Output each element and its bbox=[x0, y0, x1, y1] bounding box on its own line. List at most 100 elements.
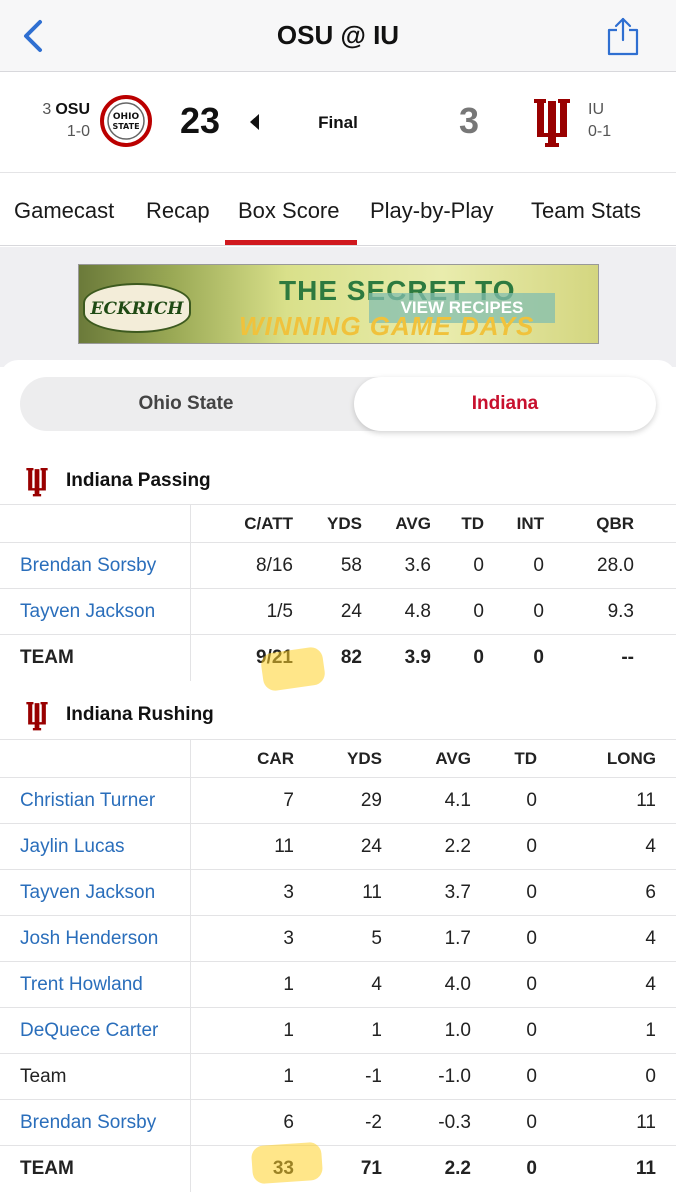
indiana-logo-icon bbox=[26, 702, 48, 731]
stat-cell: 1 bbox=[190, 1007, 294, 1054]
rushing-table: CAR YDS AVG TD LONG Christian Turner 7 2… bbox=[0, 739, 676, 1192]
table-row: Brendan Sorsby 8/16 58 3.6 0 0 28.0 bbox=[0, 542, 676, 589]
stat-cell: 0 bbox=[471, 915, 537, 962]
col-header: AVG bbox=[362, 504, 431, 543]
ohio-state-logo: OHIO STATE bbox=[100, 95, 152, 147]
stat-cell: 24 bbox=[294, 823, 382, 870]
tab-gamecast[interactable]: Gamecast bbox=[14, 198, 114, 224]
stat-cell: 4.0 bbox=[382, 961, 471, 1008]
stat-cell: 4.1 bbox=[382, 777, 471, 824]
indiana-logo-icon bbox=[26, 468, 48, 497]
stat-cell: 1 bbox=[190, 1053, 294, 1100]
table-row: Josh Henderson 3 5 1.7 0 4 bbox=[0, 915, 676, 962]
away-abbr: OSU bbox=[55, 101, 90, 118]
stat-cell: 58 bbox=[293, 542, 362, 589]
player-link[interactable]: Brendan Sorsby bbox=[0, 542, 191, 589]
page-title: OSU @ IU bbox=[276, 20, 400, 50]
player-link[interactable]: Christian Turner bbox=[0, 777, 191, 824]
stat-cell: 4 bbox=[294, 961, 382, 1008]
rushing-section-header: Indiana Rushing bbox=[0, 692, 676, 740]
team-entry-label: Team bbox=[0, 1053, 191, 1100]
ad-brand-logo: ECKRICH bbox=[83, 283, 191, 333]
passing-table: C/ATT YDS AVG TD INT QBR Brendan Sorsby … bbox=[0, 504, 676, 681]
player-link[interactable]: Josh Henderson bbox=[0, 915, 191, 962]
stat-cell: 8/16 bbox=[190, 542, 293, 589]
team-label: TEAM bbox=[0, 1145, 191, 1192]
away-team-info: 3 OSU 1-0 bbox=[34, 99, 90, 143]
stat-cell: 3.9 bbox=[362, 634, 431, 681]
table-header-row: CAR YDS AVG TD LONG bbox=[0, 739, 676, 778]
table-row: Christian Turner 7 29 4.1 0 11 bbox=[0, 777, 676, 824]
toggle-ohio-state[interactable]: Ohio State bbox=[20, 377, 352, 431]
player-link[interactable]: Brendan Sorsby bbox=[0, 1099, 191, 1146]
tab-play-by-play[interactable]: Play-by-Play bbox=[370, 198, 493, 224]
game-status: Final bbox=[318, 113, 358, 132]
stat-cell: 11 bbox=[537, 1099, 676, 1146]
stat-cell: 0 bbox=[537, 1053, 676, 1100]
stat-cell: 11 bbox=[537, 777, 676, 824]
player-link[interactable]: Jaylin Lucas bbox=[0, 823, 191, 870]
home-record: 0-1 bbox=[588, 123, 612, 140]
player-link[interactable]: Tayven Jackson bbox=[0, 588, 191, 635]
winner-arrow-icon bbox=[250, 114, 259, 130]
share-icon[interactable] bbox=[606, 14, 640, 56]
stat-cell: 1 bbox=[190, 961, 294, 1008]
team-total-row: TEAM 33 71 2.2 0 11 bbox=[0, 1145, 676, 1192]
stat-cell: 0 bbox=[471, 1145, 537, 1192]
col-header: YDS bbox=[294, 739, 382, 778]
stat-cell: 0 bbox=[471, 1007, 537, 1054]
stat-cell: 0 bbox=[471, 823, 537, 870]
col-header: CAR bbox=[190, 739, 294, 778]
table-row: DeQuece Carter 1 1 1.0 0 1 bbox=[0, 1007, 676, 1054]
stat-cell: 0 bbox=[471, 777, 537, 824]
stat-cell: 24 bbox=[293, 588, 362, 635]
player-link[interactable]: Trent Howland bbox=[0, 961, 191, 1008]
table-row: Team 1 -1 -1.0 0 0 bbox=[0, 1053, 676, 1100]
tab-recap[interactable]: Recap bbox=[146, 198, 210, 224]
tab-box-score[interactable]: Box Score bbox=[238, 198, 340, 224]
table-row: Tayven Jackson 3 11 3.7 0 6 bbox=[0, 869, 676, 916]
table-row: Brendan Sorsby 6 -2 -0.3 0 11 bbox=[0, 1099, 676, 1146]
stat-cell: 6 bbox=[537, 869, 676, 916]
game-tabs: Gamecast Recap Box Score Play-by-Play Te… bbox=[0, 174, 676, 246]
highlight-mark bbox=[250, 1141, 324, 1185]
advertisement-banner[interactable]: ECKRICH THE SECRET TO VIEW RECIPES WINNI… bbox=[78, 264, 599, 344]
stat-cell: 9.3 bbox=[544, 588, 676, 635]
passing-section-title: Indiana Passing bbox=[66, 470, 211, 491]
stat-cell: 2.2 bbox=[382, 1145, 471, 1192]
rushing-section-title: Indiana Rushing bbox=[66, 704, 214, 725]
team-toggle: Ohio State Indiana bbox=[20, 377, 656, 431]
stat-cell: 6 bbox=[190, 1099, 294, 1146]
table-row: Jaylin Lucas 11 24 2.2 0 4 bbox=[0, 823, 676, 870]
stat-cell: 3 bbox=[190, 869, 294, 916]
stat-cell: 0 bbox=[471, 1053, 537, 1100]
scoreboard[interactable]: 3 OSU 1-0 OHIO STATE 23 Final 3 IU 0-1 bbox=[0, 73, 676, 173]
stat-cell: 0 bbox=[471, 1099, 537, 1146]
home-team-info: IU 0-1 bbox=[588, 99, 611, 143]
stat-cell: 0 bbox=[431, 542, 484, 589]
stat-cell: 1 bbox=[294, 1007, 382, 1054]
away-record: 1-0 bbox=[66, 123, 90, 140]
stat-cell: 3 bbox=[190, 915, 294, 962]
tab-team-stats[interactable]: Team Stats bbox=[531, 198, 641, 224]
stat-cell: -1 bbox=[294, 1053, 382, 1100]
player-link[interactable]: DeQuece Carter bbox=[0, 1007, 191, 1054]
stat-cell: 0 bbox=[484, 634, 544, 681]
table-row: Tayven Jackson 1/5 24 4.8 0 0 9.3 bbox=[0, 588, 676, 635]
stat-cell: 0 bbox=[484, 588, 544, 635]
team-total-row: TEAM 9/21 82 3.9 0 0 -- bbox=[0, 634, 676, 681]
stat-cell: 4 bbox=[537, 915, 676, 962]
stat-cell: 1/5 bbox=[190, 588, 293, 635]
stat-cell: 3.7 bbox=[382, 869, 471, 916]
col-header: INT bbox=[484, 504, 544, 543]
col-header: TD bbox=[471, 739, 537, 778]
stat-cell: 7 bbox=[190, 777, 294, 824]
stat-cell: 0 bbox=[431, 588, 484, 635]
toggle-indiana[interactable]: Indiana bbox=[354, 377, 656, 431]
stat-cell: 1 bbox=[537, 1007, 676, 1054]
stat-cell: 5 bbox=[294, 915, 382, 962]
stat-cell: 11 bbox=[537, 1145, 676, 1192]
player-link[interactable]: Tayven Jackson bbox=[0, 869, 191, 916]
stat-cell: -- bbox=[544, 634, 676, 681]
stat-cell: 3.6 bbox=[362, 542, 431, 589]
